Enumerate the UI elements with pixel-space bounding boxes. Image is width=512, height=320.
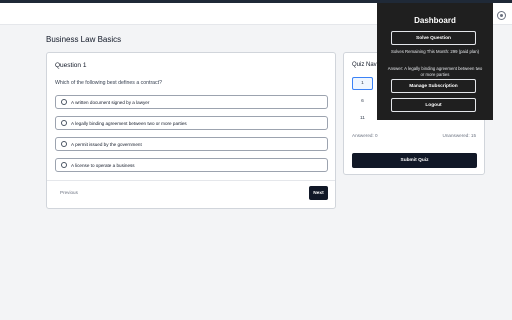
divider [47,180,335,181]
next-button[interactable]: Next [309,186,328,200]
logout-button[interactable]: Logout [391,98,476,112]
radio-icon[interactable] [61,162,67,168]
navigator-title: Quiz Navi [352,62,379,68]
radio-icon[interactable] [61,120,67,126]
question-text: Which of the following best defines a co… [55,80,162,86]
dashboard-title: Dashboard [414,16,456,25]
page-title: Business Law Basics [46,35,122,44]
option-label: A written document signed by a lawyer [71,99,150,105]
question-title: Question 1 [55,62,87,69]
option-label: A permit issued by the government [71,141,142,147]
previous-button[interactable]: Previous [60,190,78,195]
question-card: Question 1 Which of the following best d… [46,52,336,209]
solves-remaining: Solves Remaining This Month: 299 (paid p… [390,49,480,54]
dashboard-panel: Dashboard Solve Question Solves Remainin… [377,3,493,120]
answer-option-2[interactable]: A legally binding agreement between two … [55,116,328,130]
unanswered-count: Unanswered: 15 [442,133,476,138]
nav-question-1[interactable]: 1 [352,77,373,90]
answer-text: Answer: A legally binding agreement betw… [387,66,483,77]
solve-question-button[interactable]: Solve Question [391,31,476,45]
nav-question-6[interactable]: 6 [352,95,373,108]
option-label: A legally binding agreement between two … [71,120,187,126]
submit-quiz-button[interactable]: Submit Quiz [352,153,477,168]
option-label: A license to operate a business [71,162,135,168]
answered-count: Answered: 0 [352,133,378,138]
answer-option-3[interactable]: A permit issued by the government [55,137,328,151]
answer-option-1[interactable]: A written document signed by a lawyer [55,95,328,109]
radio-icon[interactable] [61,99,67,105]
manage-subscription-button[interactable]: Manage Subscription [391,79,476,93]
nav-question-11[interactable]: 11 [352,112,373,125]
answer-option-4[interactable]: A license to operate a business [55,158,328,172]
radio-icon[interactable] [61,141,67,147]
settings-icon[interactable] [497,11,506,20]
